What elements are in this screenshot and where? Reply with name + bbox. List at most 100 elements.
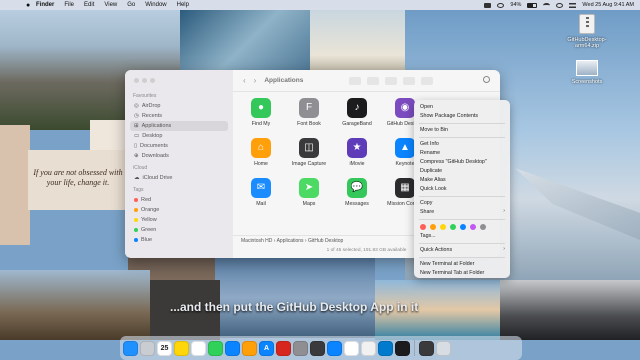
minimize-button[interactable] bbox=[142, 78, 147, 83]
sidebar-item-airdrop[interactable]: ◎ AirDrop bbox=[130, 101, 228, 111]
app-item[interactable]: ● Find My bbox=[237, 96, 285, 136]
app-item[interactable]: ✉ Mail bbox=[237, 176, 285, 216]
menu-file[interactable]: File bbox=[64, 2, 74, 8]
back-chevron-icon[interactable]: ‹ bbox=[243, 76, 246, 85]
dock-vscode-icon[interactable] bbox=[378, 340, 393, 356]
sidebar-item-documents[interactable]: ▯ Documents bbox=[130, 141, 228, 151]
dock-trash-icon[interactable] bbox=[436, 340, 451, 356]
sidebar-item-icloud-drive[interactable]: ☁ iCloud Drive bbox=[130, 173, 228, 183]
menu-edit[interactable]: Edit bbox=[84, 2, 94, 8]
sidebar-item-downloads[interactable]: ⊕ Downloads bbox=[130, 151, 228, 161]
dock-finder-icon[interactable] bbox=[123, 340, 138, 356]
menu-item-move-to-bin[interactable]: Move to Bin bbox=[414, 126, 510, 135]
menu-item-compress[interactable]: Compress "GitHub Desktop" bbox=[414, 158, 510, 167]
menu-item-copy[interactable]: Copy bbox=[414, 199, 510, 208]
path-item-github-desktop[interactable]: GitHub Desktop bbox=[308, 238, 343, 244]
menu-window[interactable]: Window bbox=[145, 2, 166, 8]
dock-photos-icon[interactable] bbox=[344, 340, 359, 356]
dock-app-store-icon[interactable]: A bbox=[259, 340, 274, 356]
menu-help[interactable]: Help bbox=[177, 2, 189, 8]
sidebar-item-label: Green bbox=[141, 227, 157, 233]
app-item[interactable]: ♪ GarageBand bbox=[333, 96, 381, 136]
desktop-file-zip[interactable]: GitHubDesktop-arm64.zip bbox=[557, 14, 617, 49]
sidebar-tag-red[interactable]: Red bbox=[130, 195, 228, 205]
sidebar-tag-orange[interactable]: Orange bbox=[130, 205, 228, 215]
dock-safari-icon[interactable] bbox=[327, 340, 342, 356]
sidebar-tag-blue[interactable]: Blue bbox=[130, 235, 228, 245]
forward-chevron-icon[interactable]: › bbox=[254, 76, 257, 85]
sidebar-tag-green[interactable]: Green bbox=[130, 225, 228, 235]
dock-calendar-icon[interactable]: 25 bbox=[157, 340, 172, 356]
dock-launchpad-icon[interactable] bbox=[140, 340, 155, 356]
search-icon[interactable] bbox=[483, 76, 490, 83]
tag-color-row bbox=[414, 222, 510, 232]
menu-item-open[interactable]: Open bbox=[414, 103, 510, 112]
control-center-icon[interactable] bbox=[569, 2, 577, 8]
menu-item-quick-look[interactable]: Quick Look bbox=[414, 185, 510, 194]
menu-item-show-package-contents[interactable]: Show Package Contents bbox=[414, 112, 510, 121]
dock-screenshots-folder-icon[interactable] bbox=[419, 340, 434, 356]
dock-terminal-icon[interactable] bbox=[395, 340, 410, 356]
search-icon[interactable] bbox=[556, 2, 564, 8]
sidebar-tag-yellow[interactable]: Yellow bbox=[130, 215, 228, 225]
menu-finder[interactable]: Finder bbox=[36, 2, 54, 8]
view-mode-button[interactable] bbox=[349, 76, 362, 85]
battery-icon[interactable] bbox=[527, 2, 538, 8]
sidebar-item-applications[interactable]: ⊞ Applications bbox=[130, 121, 228, 131]
tag-button[interactable] bbox=[403, 76, 416, 85]
zoom-button[interactable] bbox=[150, 78, 155, 83]
dock-notes-icon[interactable] bbox=[174, 340, 189, 356]
dock-chrome-icon[interactable] bbox=[361, 340, 376, 356]
sidebar-item-recents[interactable]: ◷ Recents bbox=[130, 111, 228, 121]
applications-icon: ⊞ bbox=[134, 123, 139, 129]
sidebar-item-label: Documents bbox=[140, 143, 168, 149]
tag-color-dot[interactable] bbox=[460, 224, 466, 230]
menu-item-get-info[interactable]: Get Info bbox=[414, 140, 510, 149]
app-item[interactable]: ⌂ Home bbox=[237, 136, 285, 176]
tag-color-dot[interactable] bbox=[430, 224, 436, 230]
app-item[interactable]: ◫ Image Capture bbox=[285, 136, 333, 176]
screen-record-icon[interactable] bbox=[484, 2, 492, 8]
menu-item-make-alias[interactable]: Make Alias bbox=[414, 176, 510, 185]
path-item-applications[interactable]: Applications bbox=[277, 238, 304, 244]
app-item[interactable]: ➤ Maps bbox=[285, 176, 333, 216]
menu-item-new-terminal[interactable]: New Terminal at Folder bbox=[414, 260, 510, 269]
dock-reminders-icon[interactable] bbox=[191, 340, 206, 356]
tag-color-dot[interactable] bbox=[470, 224, 476, 230]
group-button[interactable] bbox=[367, 76, 380, 85]
dock-system-preferences-icon[interactable] bbox=[293, 340, 308, 356]
clock[interactable]: Wed 25 Aug 9:41 AM bbox=[582, 2, 634, 8]
app-icon: ▲ bbox=[395, 138, 415, 158]
action-button[interactable] bbox=[421, 76, 434, 85]
app-item[interactable]: F Font Book bbox=[285, 96, 333, 136]
dock-numbers-icon[interactable] bbox=[208, 340, 223, 356]
dock-keynote-icon[interactable] bbox=[225, 340, 240, 356]
siri-icon[interactable] bbox=[497, 2, 505, 8]
tag-color-dot[interactable] bbox=[420, 224, 426, 230]
dock-pages-icon[interactable] bbox=[242, 340, 257, 356]
menu-view[interactable]: View bbox=[104, 2, 117, 8]
tag-color-dot[interactable] bbox=[440, 224, 446, 230]
menu-item-rename[interactable]: Rename bbox=[414, 149, 510, 158]
menu-item-quick-actions[interactable]: Quick Actions bbox=[414, 246, 510, 255]
wifi-icon[interactable] bbox=[543, 2, 551, 8]
desktop-folder-screenshots[interactable]: Screenshots bbox=[557, 60, 617, 85]
menu-go[interactable]: Go bbox=[127, 2, 135, 8]
app-icon: ⌂ bbox=[251, 138, 271, 158]
tag-color-dot[interactable] bbox=[450, 224, 456, 230]
tag-color-dot[interactable] bbox=[480, 224, 486, 230]
menu-item-new-terminal-tab[interactable]: New Terminal Tab at Folder bbox=[414, 269, 510, 278]
dock-quicktime-icon[interactable] bbox=[310, 340, 325, 356]
menu-item-duplicate[interactable]: Duplicate bbox=[414, 167, 510, 176]
menu-item-share[interactable]: Share bbox=[414, 208, 510, 217]
close-button[interactable] bbox=[134, 78, 139, 83]
dock-acrobat-icon[interactable] bbox=[276, 340, 291, 356]
menu-item-tags[interactable]: Tags... bbox=[414, 232, 510, 241]
share-button[interactable] bbox=[385, 76, 398, 85]
path-item-macintosh-hd[interactable]: Macintosh HD bbox=[241, 238, 272, 244]
app-icon: ◉ bbox=[395, 98, 415, 118]
sidebar-item-desktop[interactable]: ▭ Desktop bbox=[130, 131, 228, 141]
apple-menu-icon[interactable]: ● bbox=[26, 2, 36, 9]
app-item[interactable]: 💬 Messages bbox=[333, 176, 381, 216]
app-item[interactable]: ★ iMovie bbox=[333, 136, 381, 176]
